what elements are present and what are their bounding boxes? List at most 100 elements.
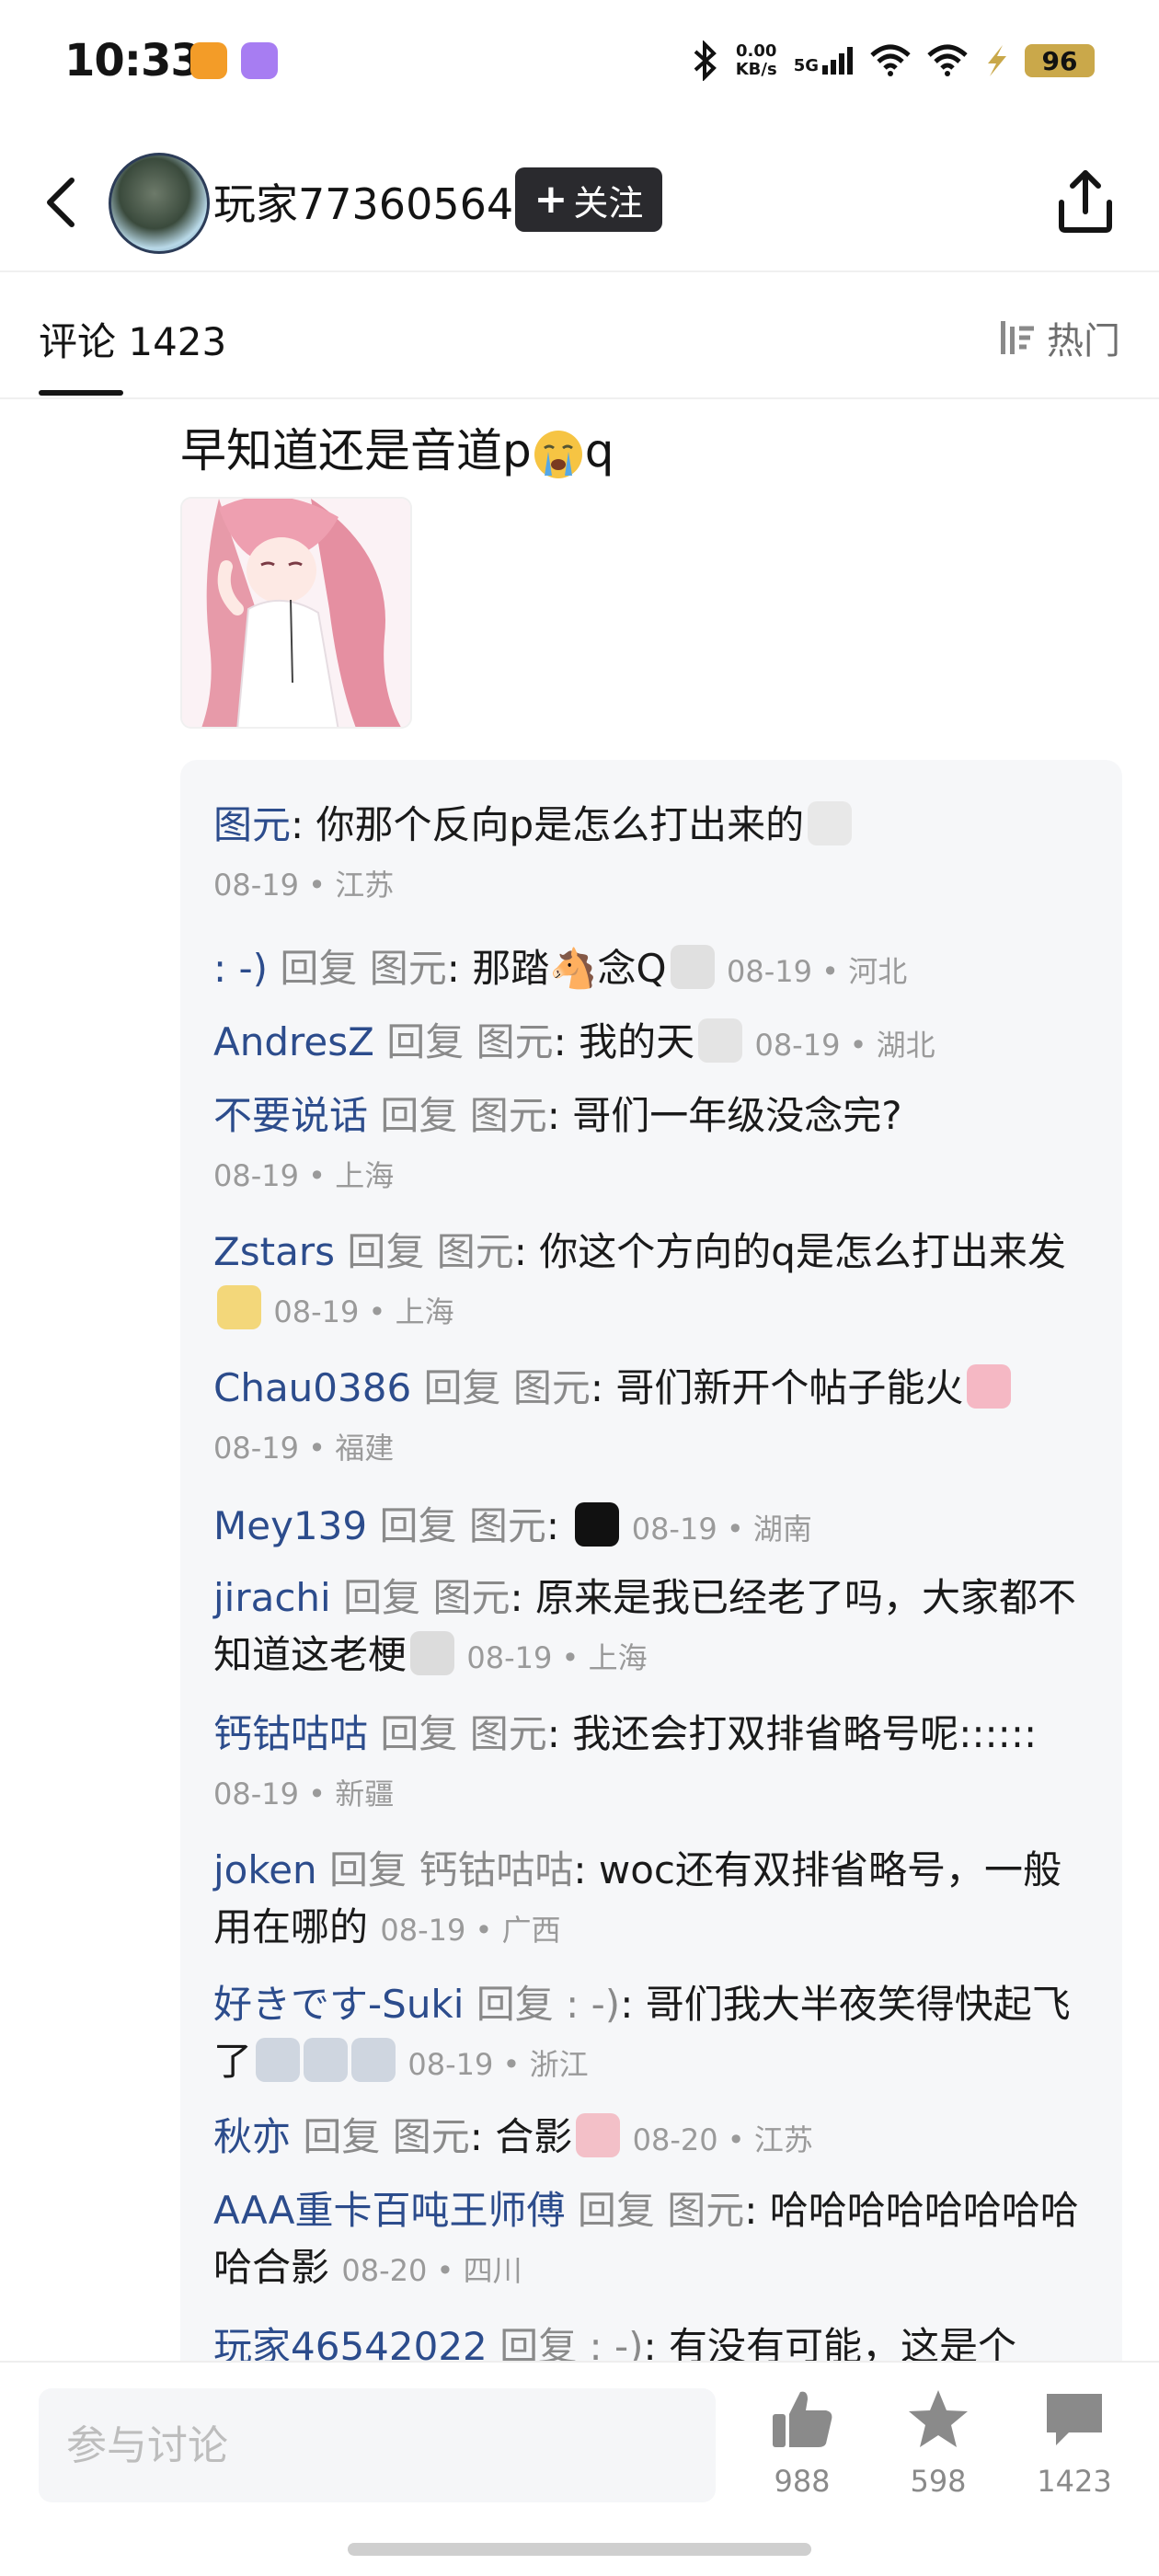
reply-item[interactable]: Chau0386 回复 图元: 哥们新开个帖子能火 08-19 • 福建 bbox=[213, 1360, 1096, 1477]
crying-emoji-icon bbox=[534, 430, 582, 478]
reply-user[interactable]: 不要说话 bbox=[213, 1093, 368, 1138]
reply-user[interactable]: AAA重卡百吨王师傅 bbox=[213, 2188, 566, 2233]
reply-user[interactable]: AndresZ bbox=[213, 1019, 374, 1064]
reply-item[interactable]: 秋亦 回复 图元: 合影 08-20 • 江苏 bbox=[213, 2109, 1096, 2168]
reply-target[interactable]: 图元 bbox=[513, 1365, 591, 1410]
cellular-signal: 5G bbox=[794, 47, 854, 75]
reply-user[interactable]: Zstars bbox=[213, 1229, 335, 1274]
net-speed-value: 0.00 bbox=[735, 41, 777, 61]
sticker-emoji-icon bbox=[351, 2038, 396, 2082]
sticker-emoji-icon bbox=[808, 801, 853, 845]
comment-button[interactable]: 1423 bbox=[1019, 2386, 1130, 2499]
reply-user[interactable]: jirachi bbox=[213, 1575, 331, 1620]
reply-target[interactable]: 图元 bbox=[469, 1503, 546, 1548]
reply-meta: 08-19 • 江苏 bbox=[213, 868, 395, 903]
sticker-emoji-icon bbox=[670, 945, 715, 989]
plus-icon: + bbox=[534, 176, 568, 223]
reply-item[interactable]: : -) 回复 图元: 那踏🐴念Q 08-19 • 河北 bbox=[213, 940, 1096, 1000]
comment-text: 早知道还是音道p q bbox=[180, 414, 614, 481]
reply-item[interactable]: Mey139 回复 图元: 08-19 • 湖南 bbox=[213, 1498, 1096, 1558]
status-time: 10:33 bbox=[64, 35, 201, 86]
sticker-emoji-icon bbox=[256, 2038, 301, 2082]
status-indicators: 0.00 KB/s 5G 96 bbox=[692, 37, 1095, 85]
reply-word: 回复 bbox=[291, 2114, 393, 2159]
reply-user[interactable]: 秋亦 bbox=[213, 2114, 291, 2159]
back-arrow-icon[interactable] bbox=[37, 173, 92, 232]
reply-item[interactable]: 钙钴咕咕 回复 图元: 我还会打双排省略号呢:::::: 08-19 • 新疆 bbox=[213, 1706, 1096, 1823]
reply-target[interactable]: 图元 bbox=[432, 1575, 510, 1620]
comment-icon bbox=[1047, 2394, 1102, 2445]
reply-target[interactable]: 图元 bbox=[470, 1093, 547, 1138]
reply-target[interactable]: 图元 bbox=[370, 946, 447, 991]
share-icon[interactable] bbox=[1049, 166, 1122, 239]
reply-item[interactable]: 图元: 你那个反向p是怎么打出来的 08-19 • 江苏 bbox=[213, 797, 1096, 914]
reply-word: 回复 bbox=[373, 1019, 476, 1064]
status-bar: 10:33 0.00 KB/s 5G 96 bbox=[0, 0, 1159, 129]
reply-item[interactable]: 好きです-Suki 回复 : -): 哥们我大半夜笑得快起飞了 08-19 • … bbox=[213, 1976, 1096, 2093]
header-divider bbox=[0, 270, 1159, 272]
reply-text: : 合影 bbox=[469, 2114, 573, 2159]
reply-user[interactable]: Chau0386 bbox=[213, 1365, 411, 1410]
app-notification-icon bbox=[190, 42, 227, 79]
reply-user[interactable]: : -) bbox=[213, 946, 268, 991]
reply-word: 回复 bbox=[464, 1982, 567, 2027]
reply-target[interactable]: : -) bbox=[566, 1982, 620, 2027]
charging-icon bbox=[988, 45, 1006, 76]
reply-item[interactable]: AAA重卡百吨王师傅 回复 图元: 哈哈哈哈哈哈哈哈哈合影 08-20 • 四川 bbox=[213, 2182, 1096, 2299]
sticker-emoji-icon bbox=[410, 1631, 455, 1675]
reply-user[interactable]: 图元 bbox=[213, 802, 291, 847]
star-icon bbox=[909, 2390, 968, 2447]
reply-meta: 08-19 • 湖北 bbox=[754, 1028, 935, 1063]
reply-target[interactable]: 图元 bbox=[667, 2188, 744, 2233]
sticker-emoji-icon bbox=[698, 1018, 743, 1063]
like-button[interactable]: 988 bbox=[747, 2386, 857, 2499]
reply-text: : 哥们新开个帖子能火 bbox=[590, 1365, 964, 1410]
reply-meta: 08-19 • 上海 bbox=[273, 1294, 454, 1329]
follow-button[interactable]: + 关注 bbox=[515, 167, 662, 232]
reply-item[interactable]: jirachi 回复 图元: 原来是我已经老了吗，大家都不知道这老梗 08-19… bbox=[213, 1570, 1096, 1686]
tab-divider bbox=[0, 397, 1159, 399]
reply-text: : 哥们一年级没念完? bbox=[546, 1093, 902, 1138]
reply-meta: 08-19 • 浙江 bbox=[407, 2047, 589, 2082]
avatar[interactable] bbox=[109, 153, 210, 254]
tab-comments[interactable]: 评论 1423 bbox=[39, 311, 226, 367]
sticker-emoji-icon bbox=[967, 1364, 1012, 1409]
net-speed: 0.00 KB/s bbox=[736, 42, 777, 79]
reply-word: 回复 bbox=[330, 1575, 433, 1620]
reply-user[interactable]: 好きです-Suki bbox=[213, 1982, 464, 2027]
reply-target[interactable]: 图元 bbox=[470, 1711, 547, 1756]
reply-item[interactable]: 不要说话 回复 图元: 哥们一年级没念完? 08-19 • 上海 bbox=[213, 1087, 1096, 1204]
reply-target[interactable]: 钙钴咕咕 bbox=[419, 1847, 573, 1892]
top-header: 玩家77360564 + 关注 bbox=[0, 138, 1159, 267]
favorite-button[interactable]: 598 bbox=[883, 2386, 993, 2499]
discuss-input[interactable] bbox=[39, 2388, 716, 2502]
anime-girl-image bbox=[182, 499, 410, 727]
sort-button[interactable]: 热门 bbox=[997, 311, 1120, 364]
reply-target[interactable]: 图元 bbox=[476, 1019, 554, 1064]
reply-word: 回复 bbox=[411, 1365, 513, 1410]
reply-text: : 我的天 bbox=[553, 1019, 695, 1064]
network-type: 5G bbox=[793, 56, 819, 75]
reply-target[interactable]: 图元 bbox=[437, 1229, 514, 1274]
reply-word: 回复 bbox=[367, 1503, 469, 1548]
reply-item[interactable]: AndresZ 回复 图元: 我的天 08-19 • 湖北 bbox=[213, 1014, 1096, 1074]
user-name[interactable]: 玩家77360564 bbox=[213, 171, 513, 232]
reply-target[interactable]: 图元 bbox=[393, 2114, 470, 2159]
star-count: 598 bbox=[910, 2464, 967, 2499]
reply-item[interactable]: joken 回复 钙钴咕咕: woc还有双排省略号，一般用在哪的 08-19 •… bbox=[213, 1842, 1096, 1959]
bluetooth-icon bbox=[694, 40, 717, 81]
reply-user[interactable]: Mey139 bbox=[213, 1503, 367, 1548]
reply-text: : 那踏🐴念Q bbox=[446, 946, 667, 991]
comment-image[interactable] bbox=[180, 497, 412, 729]
reply-item[interactable]: Zstars 回复 图元: 你这个方向的q是怎么打出来发 08-19 • 上海 bbox=[213, 1224, 1096, 1340]
wifi-icon bbox=[870, 44, 911, 76]
reply-word: 回复 bbox=[368, 1711, 470, 1756]
home-indicator bbox=[348, 2543, 811, 2556]
reply-user[interactable]: joken bbox=[213, 1847, 317, 1892]
reply-meta: 08-20 • 四川 bbox=[341, 2253, 522, 2288]
reply-word: 回复 bbox=[368, 1093, 470, 1138]
like-count: 988 bbox=[774, 2464, 831, 2499]
comment-text-after: q bbox=[584, 424, 614, 477]
reply-user[interactable]: 钙钴咕咕 bbox=[213, 1711, 368, 1756]
comment-text-before: 早知道还是音道p bbox=[180, 424, 532, 477]
